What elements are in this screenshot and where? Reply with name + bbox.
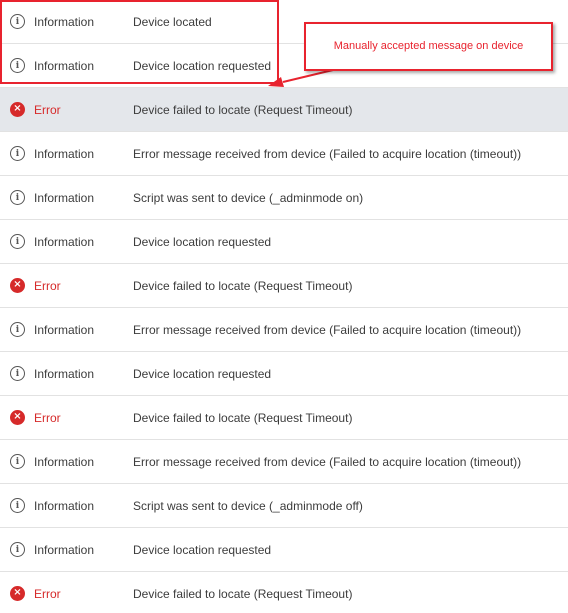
log-message: Device location requested bbox=[133, 58, 272, 73]
log-message: Script was sent to device (_adminmode on… bbox=[133, 190, 364, 205]
log-level-label: Information bbox=[34, 146, 95, 161]
log-level: i Information bbox=[10, 176, 94, 219]
log-message: Device failed to locate (Request Timeout… bbox=[133, 586, 353, 601]
log-message: Error message received from device (Fail… bbox=[133, 322, 522, 337]
log-level-label: Information bbox=[34, 322, 95, 337]
log-row[interactable]: × Error Device failed to locate (Request T… bbox=[0, 264, 568, 308]
log-level: i Information bbox=[10, 132, 94, 175]
log-level-label: Error bbox=[34, 410, 61, 425]
log-level: × Error bbox=[10, 264, 61, 307]
annotation-text: Manually accepted message on device bbox=[333, 39, 524, 52]
info-circle-icon: i bbox=[10, 366, 25, 381]
log-row[interactable]: i Information Device location requested bbox=[0, 352, 568, 396]
log-level-label: Error bbox=[34, 102, 61, 117]
info-circle-icon: i bbox=[10, 454, 25, 469]
log-row[interactable]: i Information Device location requested bbox=[0, 220, 568, 264]
log-level-label: Information bbox=[34, 234, 95, 249]
log-level: i Information bbox=[10, 308, 94, 351]
info-circle-icon: i bbox=[10, 234, 25, 249]
log-row[interactable]: i Information Error message received from … bbox=[0, 132, 568, 176]
log-level-label: Information bbox=[34, 542, 95, 557]
log-level: i Information bbox=[10, 484, 94, 527]
log-level: × Error bbox=[10, 572, 61, 613]
log-message: Device failed to locate (Request Timeout… bbox=[133, 102, 353, 117]
info-circle-icon: i bbox=[10, 146, 25, 161]
log-message: Device location requested bbox=[133, 366, 272, 381]
log-message: Device failed to locate (Request Timeout… bbox=[133, 278, 353, 293]
info-circle-icon: i bbox=[10, 14, 25, 29]
log-level: × Error bbox=[10, 88, 61, 131]
log-level-label: Information bbox=[34, 190, 95, 205]
info-circle-icon: i bbox=[10, 190, 25, 205]
log-level: × Error bbox=[10, 396, 61, 439]
error-circle-x-icon: × bbox=[10, 586, 25, 601]
log-level-label: Information bbox=[34, 454, 95, 469]
log-level-label: Information bbox=[34, 58, 95, 73]
info-circle-icon: i bbox=[10, 58, 25, 73]
log-message: Error message received from device (Fail… bbox=[133, 146, 522, 161]
info-circle-icon: i bbox=[10, 498, 25, 513]
log-level-label: Error bbox=[34, 278, 61, 293]
error-circle-x-icon: × bbox=[10, 410, 25, 425]
log-message: Script was sent to device (_adminmode of… bbox=[133, 498, 363, 513]
log-message: Device located bbox=[133, 14, 212, 29]
log-row[interactable]: i Information Script was sent to device (_… bbox=[0, 176, 568, 220]
error-circle-x-icon: × bbox=[10, 278, 25, 293]
log-level-label: Information bbox=[34, 14, 95, 29]
log-message: Device location requested bbox=[133, 542, 272, 557]
log-level: i Information bbox=[10, 352, 94, 395]
log-row[interactable]: × Error Device failed to locate (Request T… bbox=[0, 572, 568, 613]
log-level-label: Information bbox=[34, 366, 95, 381]
log-level: i Information bbox=[10, 44, 94, 87]
info-circle-icon: i bbox=[10, 322, 25, 337]
log-row[interactable]: i Information Script was sent to device (_… bbox=[0, 484, 568, 528]
log-level-label: Information bbox=[34, 498, 95, 513]
log-row[interactable]: i Information Error message received from … bbox=[0, 440, 568, 484]
annotation-callout: Manually accepted message on device bbox=[304, 22, 553, 71]
log-row[interactable]: × Error Device failed to locate (Request T… bbox=[0, 88, 568, 132]
event-log-list: i Information Device located i Information De… bbox=[0, 0, 568, 613]
log-level: i Information bbox=[10, 528, 94, 571]
log-message: Error message received from device (Fail… bbox=[133, 454, 522, 469]
log-level: i Information bbox=[10, 440, 94, 483]
log-level: i Information bbox=[10, 220, 94, 263]
log-level: i Information bbox=[10, 0, 94, 43]
log-row[interactable]: i Information Device location requested bbox=[0, 528, 568, 572]
error-circle-x-icon: × bbox=[10, 102, 25, 117]
info-circle-icon: i bbox=[10, 542, 25, 557]
log-row[interactable]: × Error Device failed to locate (Request T… bbox=[0, 396, 568, 440]
log-row[interactable]: i Information Error message received from … bbox=[0, 308, 568, 352]
log-message: Device failed to locate (Request Timeout… bbox=[133, 410, 353, 425]
log-message: Device location requested bbox=[133, 234, 272, 249]
log-level-label: Error bbox=[34, 586, 61, 601]
